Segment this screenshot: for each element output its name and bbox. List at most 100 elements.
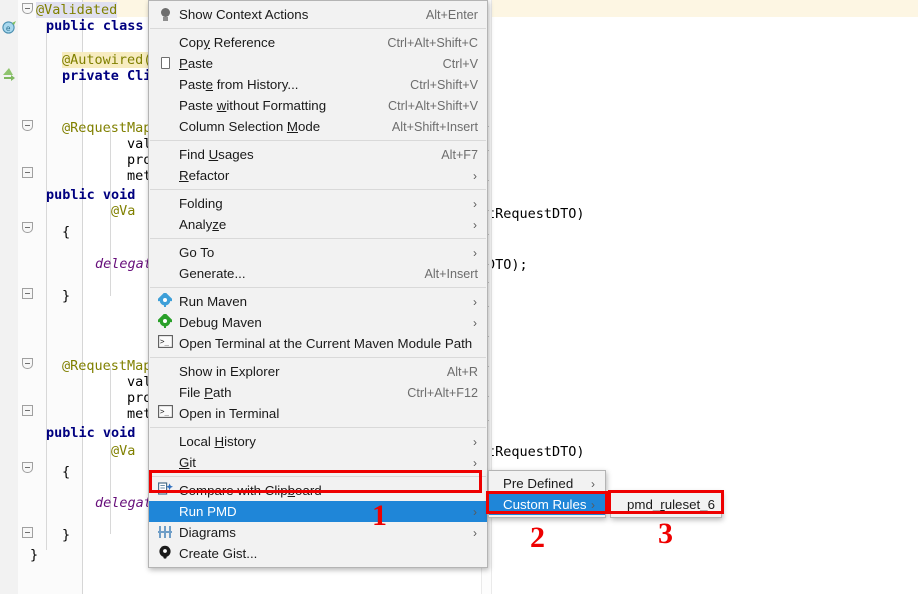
menu-item-paste-without-formatting[interactable]: Paste without Formatting Ctrl+Alt+Shift+V: [149, 95, 487, 116]
menu-item-open-in-terminal[interactable]: >_ Open in Terminal: [149, 403, 487, 424]
fold-marker[interactable]: [22, 222, 33, 233]
code-line: }: [62, 288, 71, 304]
custom-rules-submenu[interactable]: pmd_ruleset_6: [610, 491, 722, 518]
menu-item-refactor[interactable]: Refactor ›: [149, 165, 487, 186]
menu-item-debug-maven[interactable]: Debug Maven ›: [149, 312, 487, 333]
menu-item-accelerator: Ctrl+Alt+Shift+C: [387, 35, 478, 50]
interface-implemented-icon[interactable]: e: [1, 20, 17, 36]
menu-item-label: Copy Reference: [179, 35, 276, 50]
submenu-item-pmd-ruleset-6[interactable]: pmd_ruleset_6: [611, 494, 721, 515]
menu-item-open-terminal-at-the-current-maven-module-path[interactable]: >_ Open Terminal at the Current Maven Mod…: [149, 333, 487, 354]
menu-item-label: Run PMD: [179, 504, 237, 519]
menu-item-label: Show in Explorer: [179, 364, 280, 379]
chevron-right-icon: ›: [473, 434, 477, 449]
menu-item-accelerator: Alt+R: [446, 364, 478, 379]
fold-marker[interactable]: [22, 405, 33, 416]
menu-item-compare-with-clipboard[interactable]: Compare with Clipboard: [149, 480, 487, 501]
chevron-right-icon: ›: [473, 315, 477, 330]
editor-gutter[interactable]: [0, 0, 19, 594]
menu-item-accelerator: Alt+Shift+Insert: [391, 119, 478, 134]
menu-item-paste[interactable]: Paste Ctrl+V: [149, 53, 487, 74]
code-line: @RequestMap: [62, 120, 152, 136]
svg-text:>_: >_: [160, 337, 170, 346]
menu-item-go-to[interactable]: Go To ›: [149, 242, 487, 263]
code-line: delegat: [95, 256, 152, 272]
menu-item-run-maven[interactable]: Run Maven ›: [149, 291, 487, 312]
chevron-right-icon: ›: [473, 504, 477, 519]
fold-marker[interactable]: [22, 3, 33, 14]
menu-separator: [150, 427, 486, 428]
menu-item-label: Compare with Clipboard: [179, 483, 322, 498]
menu-item-show-context-actions[interactable]: Show Context Actions Alt+Enter: [149, 4, 487, 25]
menu-item-label: Create Gist...: [179, 546, 258, 561]
menu-item-local-history[interactable]: Local History ›: [149, 431, 487, 452]
menu-item-column-selection-mode[interactable]: Column Selection Mode Alt+Shift+Insert: [149, 116, 487, 137]
fold-marker[interactable]: [22, 120, 33, 131]
menu-item-find-usages[interactable]: Find Usages Alt+F7: [149, 144, 487, 165]
fold-marker[interactable]: [22, 167, 33, 178]
menu-item-accelerator: Alt+Insert: [424, 266, 478, 281]
menu-item-show-in-explorer[interactable]: Show in Explorer Alt+R: [149, 361, 487, 382]
diagram-icon: [157, 524, 173, 540]
code-line: delegat: [95, 495, 152, 511]
code-line: @Validated: [36, 2, 118, 18]
menu-item-create-gist[interactable]: Create Gist...: [149, 543, 487, 564]
menu-item-label: Find Usages: [179, 147, 254, 162]
menu-item-diagrams[interactable]: Diagrams ›: [149, 522, 487, 543]
lightbulb-icon: [160, 7, 170, 21]
menu-item-paste-from-history[interactable]: Paste from History... Ctrl+Shift+V: [149, 74, 487, 95]
indent-guide: [46, 22, 47, 550]
menu-item-run-pmd[interactable]: Run PMD ›: [149, 501, 487, 522]
fold-marker[interactable]: [22, 288, 33, 299]
annotation-number: 3: [658, 517, 673, 550]
menu-item-label: Local History: [179, 434, 256, 449]
terminal-small-icon: >_: [157, 405, 173, 421]
menu-item-label: Paste without Formatting: [179, 98, 327, 113]
compare-icon: [157, 481, 173, 498]
fold-marker[interactable]: [22, 527, 33, 538]
gutter-divider: [82, 0, 83, 594]
menu-item-generate[interactable]: Generate... Alt+Insert: [149, 263, 487, 284]
code-line: @Va: [111, 443, 136, 459]
fold-marker[interactable]: [22, 358, 33, 369]
annotation-number: 2: [530, 521, 545, 554]
chevron-right-icon: ›: [473, 168, 477, 183]
menu-item-copy-reference[interactable]: Copy Reference Ctrl+Alt+Shift+C: [149, 32, 487, 53]
code-line: {: [62, 464, 71, 480]
menu-item-label: pmd_ruleset_6: [627, 497, 715, 512]
menu-item-git[interactable]: Git ›: [149, 452, 487, 473]
gear-green-icon: [156, 312, 174, 330]
menu-item-label: Open Terminal at the Current Maven Modul…: [179, 336, 473, 351]
menu-item-file-path[interactable]: File Path Ctrl+Alt+F12: [149, 382, 487, 403]
editor-context-menu[interactable]: Show Context Actions Alt+Enter Copy Refere…: [148, 0, 488, 568]
chevron-right-icon: ›: [591, 497, 595, 512]
override-method-icon[interactable]: [1, 66, 17, 82]
menu-item-folding[interactable]: Folding ›: [149, 193, 487, 214]
menu-separator: [150, 238, 486, 239]
chevron-right-icon: ›: [473, 525, 477, 540]
menu-item-accelerator: Ctrl+V: [442, 56, 478, 71]
menu-separator: [150, 28, 486, 29]
menu-item-analyze[interactable]: Analyze ›: [149, 214, 487, 235]
menu-item-label: Folding: [179, 196, 223, 211]
chevron-right-icon: ›: [473, 196, 477, 211]
run-pmd-submenu[interactable]: Pre Defined › Custom Rules ›: [488, 470, 606, 518]
menu-separator: [150, 189, 486, 190]
menu-separator: [150, 357, 486, 358]
code-fragment: tRequestDTO): [487, 206, 585, 222]
menu-separator: [150, 140, 486, 141]
menu-item-label: Run Maven: [179, 294, 247, 309]
gear-blue-icon: [156, 291, 174, 310]
github-icon: [157, 545, 173, 561]
clipboard-icon: [160, 57, 170, 69]
menu-item-accelerator: Ctrl+Alt+F12: [407, 385, 478, 400]
menu-item-label: Go To: [179, 245, 215, 260]
fold-marker[interactable]: [22, 462, 33, 473]
submenu-item-custom-rules[interactable]: Custom Rules ›: [489, 494, 605, 515]
menu-item-label: Open in Terminal: [179, 406, 280, 421]
code-line: private Cli: [62, 68, 152, 84]
submenu-item-pre-defined[interactable]: Pre Defined ›: [489, 473, 605, 494]
code-line: public void: [46, 187, 136, 203]
menu-item-accelerator: Alt+Enter: [425, 7, 478, 22]
chevron-right-icon: ›: [591, 476, 595, 491]
